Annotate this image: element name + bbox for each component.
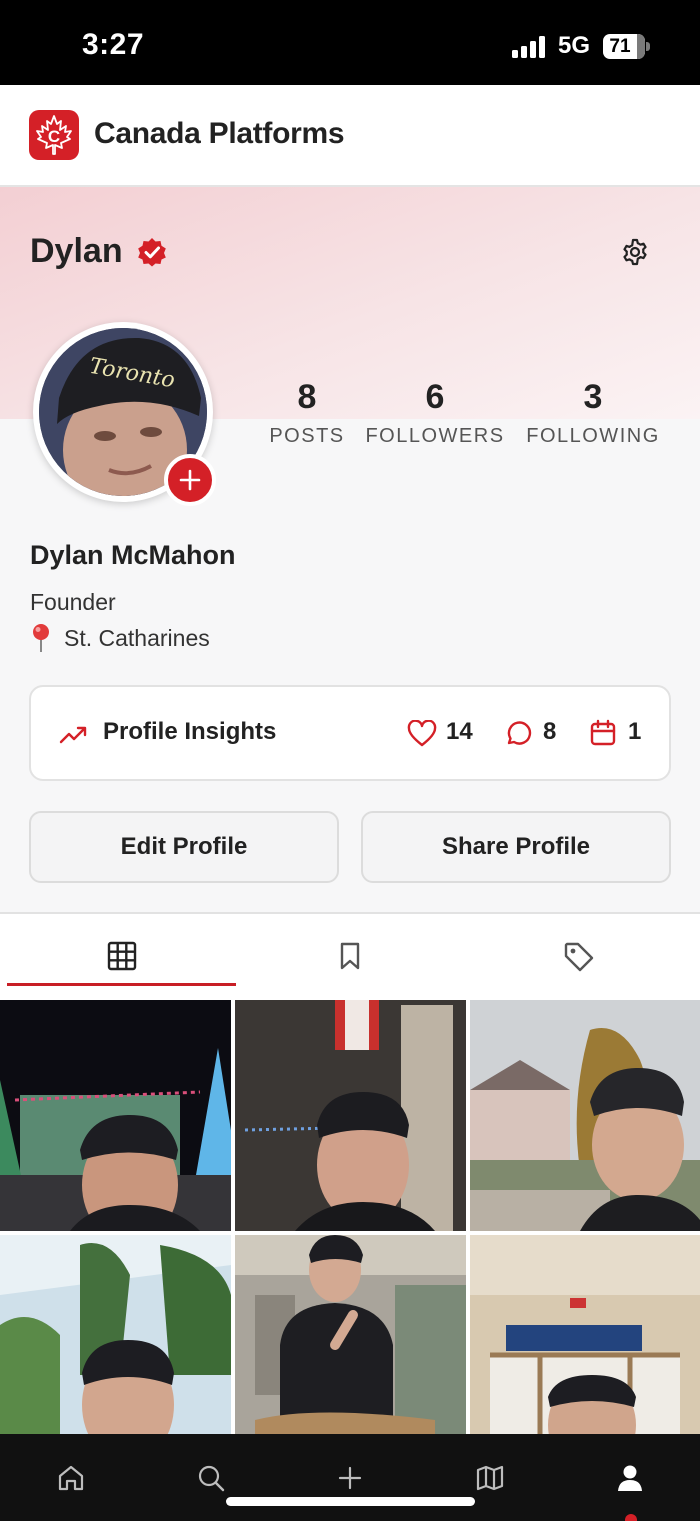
add-story-button[interactable] [164, 454, 216, 506]
battery-level: 71 [609, 36, 631, 57]
post-thumbnail[interactable] [235, 1235, 466, 1434]
home-icon[interactable] [56, 1463, 86, 1493]
verified-badge-icon [137, 237, 166, 266]
edit-profile-button[interactable]: Edit Profile [29, 811, 339, 883]
comment-icon [507, 721, 532, 745]
stat-value: 8 [297, 378, 317, 416]
stat-label: POSTS [269, 425, 345, 447]
posts-grid [0, 1000, 700, 1434]
stat-value: 6 [425, 378, 445, 416]
tab-saved[interactable] [234, 914, 466, 1000]
search-icon[interactable] [196, 1463, 226, 1493]
app-title: Canada Platforms [94, 117, 345, 150]
tab-tagged[interactable] [462, 914, 694, 1000]
stat-value: 3 [583, 378, 603, 416]
insights-title: Profile Insights [103, 718, 277, 745]
status-time: 3:27 [82, 28, 145, 61]
plus-icon[interactable] [335, 1463, 365, 1493]
post-thumbnail[interactable] [470, 1000, 700, 1231]
username-row: Dylan [30, 232, 167, 271]
stat-followers[interactable]: 6 FOLLOWERS [364, 378, 506, 448]
tag-icon [564, 942, 594, 972]
bio-text: Founder [30, 589, 116, 615]
app-logo[interactable]: C [29, 110, 79, 160]
grid-icon [107, 941, 137, 971]
full-name: Dylan McMahon [30, 540, 236, 570]
network-type: 5G [558, 32, 591, 59]
battery-icon: 71 [603, 34, 645, 59]
active-nav-indicator [625, 1514, 637, 1521]
status-bar: 3:27 5G 71 [0, 0, 700, 85]
bookmark-icon [340, 942, 360, 970]
stat-posts[interactable]: 8 POSTS [265, 378, 349, 448]
username: Dylan [30, 232, 123, 270]
signal-icon [512, 36, 548, 58]
app-header: C Canada Platforms [0, 85, 700, 187]
profile-icon[interactable] [615, 1463, 645, 1493]
events-count: 1 [628, 718, 642, 745]
plus-icon [179, 469, 201, 491]
content-tabs [0, 912, 700, 1000]
post-thumbnail[interactable] [235, 1000, 466, 1231]
map-icon[interactable] [475, 1463, 505, 1493]
post-thumbnail[interactable] [470, 1235, 700, 1434]
heart-icon [407, 720, 437, 747]
svg-text:C: C [48, 127, 60, 146]
maple-leaf-icon: C [36, 115, 72, 155]
comments-count: 8 [543, 718, 557, 745]
post-thumbnail[interactable] [0, 1000, 231, 1231]
trending-up-icon [59, 726, 87, 744]
home-indicator [226, 1497, 475, 1506]
stat-label: FOLLOWING [526, 425, 660, 447]
location-text: St. Catharines [64, 624, 210, 651]
pushpin-icon [33, 624, 49, 652]
tab-posts[interactable] [6, 914, 238, 1000]
likes-count: 14 [446, 718, 473, 745]
post-thumbnail[interactable] [0, 1235, 231, 1434]
active-tab-indicator [7, 983, 236, 986]
settings-gear-icon[interactable] [620, 237, 650, 267]
share-profile-button[interactable]: Share Profile [361, 811, 671, 883]
location: St. Catharines [30, 623, 210, 653]
stat-label: FOLLOWERS [365, 425, 505, 447]
stat-following[interactable]: 3 FOLLOWING [522, 378, 664, 448]
calendar-icon [590, 719, 616, 746]
